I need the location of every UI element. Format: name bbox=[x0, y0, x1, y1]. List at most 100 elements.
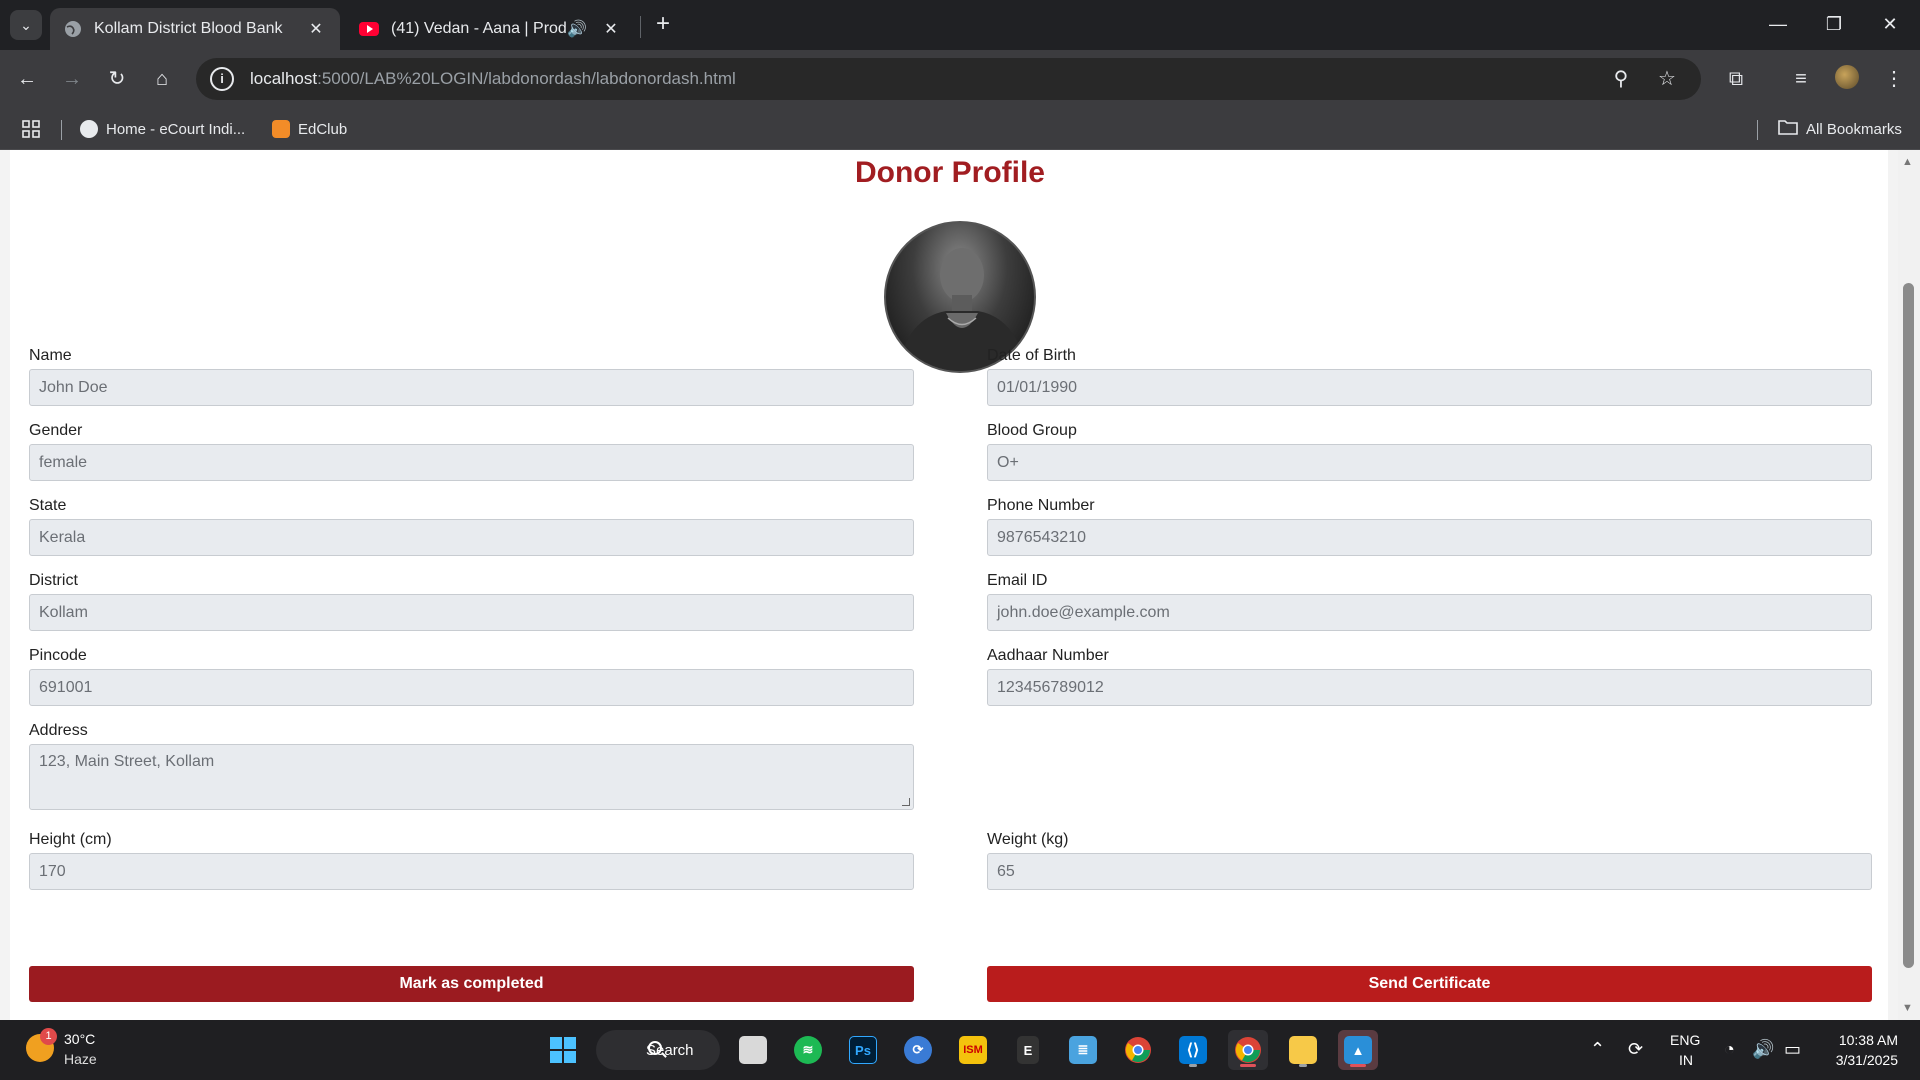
media-controls-icon[interactable]: ≡ bbox=[1785, 63, 1817, 95]
close-tab-icon[interactable]: ✕ bbox=[601, 19, 621, 39]
field-blood-group: Blood Group O+ bbox=[987, 422, 1872, 481]
minimize-button[interactable]: — bbox=[1758, 8, 1798, 40]
url-path: :5000/LAB%20LOGIN/labdonordash/labdonord… bbox=[317, 69, 736, 88]
notepad-icon[interactable]: ≣ bbox=[1063, 1030, 1103, 1070]
chrome-profile-icon[interactable] bbox=[1228, 1030, 1268, 1070]
all-bookmarks[interactable]: All Bookmarks bbox=[1778, 117, 1902, 141]
volume-icon[interactable]: 🔊 bbox=[1752, 1039, 1774, 1060]
email-label: Email ID bbox=[987, 572, 1048, 589]
aadhaar-input[interactable]: 123456789012 bbox=[987, 669, 1872, 706]
profile-avatar[interactable] bbox=[1835, 65, 1859, 89]
weight-input[interactable]: 65 bbox=[987, 853, 1872, 890]
battery-icon[interactable]: ▭ bbox=[1784, 1039, 1801, 1060]
active-indicator bbox=[1350, 1064, 1366, 1067]
back-arrow-icon[interactable]: ← bbox=[11, 63, 43, 95]
running-indicator bbox=[1299, 1064, 1307, 1067]
bookmark-edclub[interactable]: EdClub bbox=[272, 117, 347, 141]
chrome-icon[interactable] bbox=[1118, 1030, 1158, 1070]
photos-app-icon[interactable]: ▲ bbox=[1338, 1030, 1378, 1070]
district-label: District bbox=[29, 572, 78, 589]
chevron-up-icon[interactable]: ⌃ bbox=[1590, 1039, 1605, 1060]
pincode-label: Pincode bbox=[29, 647, 87, 664]
mark-completed-button[interactable]: Mark as completed bbox=[29, 966, 914, 1002]
site-info-icon[interactable]: i bbox=[210, 67, 234, 91]
send-certificate-button[interactable]: Send Certificate bbox=[987, 966, 1872, 1002]
clock-time[interactable]: 10:38 AM bbox=[1826, 1032, 1898, 1048]
address-textarea[interactable]: 123, Main Street, Kollam bbox=[29, 744, 914, 810]
clock-date[interactable]: 3/31/2025 bbox=[1826, 1052, 1898, 1068]
photoshop-icon[interactable]: Ps bbox=[843, 1030, 883, 1070]
state-input[interactable]: Kerala bbox=[29, 519, 914, 556]
spotify-icon[interactable]: ≋ bbox=[788, 1030, 828, 1070]
running-indicator bbox=[1189, 1064, 1197, 1067]
vscode-icon[interactable]: ⟨⟩ bbox=[1173, 1030, 1213, 1070]
globe-icon bbox=[64, 20, 82, 38]
field-district: District Kollam bbox=[29, 572, 914, 631]
tab-youtube-vedan[interactable]: (41) Vedan - Aana | Prod. @ 🔊 ✕ bbox=[345, 8, 635, 50]
bookmark-label: EdClub bbox=[298, 120, 348, 138]
field-state: State Kerala bbox=[29, 497, 914, 556]
tab-kollam-blood-bank[interactable]: Kollam District Blood Bank ✕ bbox=[50, 8, 340, 50]
zoom-icon[interactable]: ⚲ bbox=[1608, 66, 1634, 92]
restore-button[interactable]: ❐ bbox=[1814, 8, 1854, 40]
sync-app-icon[interactable]: ⟳ bbox=[898, 1030, 938, 1070]
bookmarks-bar: Home - eCourt Indi... EdClub All Bookmar… bbox=[0, 108, 1920, 150]
resize-grip-icon[interactable] bbox=[902, 798, 910, 806]
field-dob: Date of Birth 01/01/1990 bbox=[987, 347, 1872, 406]
forward-arrow-icon[interactable]: → bbox=[56, 63, 88, 95]
dob-input[interactable]: 01/01/1990 bbox=[987, 369, 1872, 406]
tab-search-button[interactable]: ⌄ bbox=[10, 10, 42, 40]
address-bar[interactable]: i localhost:5000/LAB%20LOGIN/labdonordas… bbox=[196, 58, 1701, 100]
field-aadhaar: Aadhaar Number 123456789012 bbox=[987, 647, 1872, 706]
address-value: 123, Main Street, Kollam bbox=[39, 753, 215, 770]
email-input[interactable]: john.doe@example.com bbox=[987, 594, 1872, 631]
close-window-button[interactable]: ✕ bbox=[1870, 8, 1910, 40]
task-view-icon[interactable] bbox=[733, 1030, 773, 1070]
start-button[interactable] bbox=[543, 1030, 583, 1070]
gender-input[interactable]: female bbox=[29, 444, 914, 481]
blood-group-input[interactable]: O+ bbox=[987, 444, 1872, 481]
height-input[interactable]: 170 bbox=[29, 853, 914, 890]
epic-app-icon[interactable]: E bbox=[1008, 1030, 1048, 1070]
extensions-icon[interactable]: ⧉ bbox=[1720, 63, 1752, 95]
scroll-thumb[interactable] bbox=[1903, 283, 1914, 968]
phone-input[interactable]: 9876543210 bbox=[987, 519, 1872, 556]
ism-app-icon[interactable]: ISM bbox=[953, 1030, 993, 1070]
field-phone: Phone Number 9876543210 bbox=[987, 497, 1872, 556]
field-pincode: Pincode 691001 bbox=[29, 647, 914, 706]
chrome-menu-icon[interactable]: ⋮ bbox=[1878, 63, 1910, 95]
name-input[interactable]: John Doe bbox=[29, 369, 914, 406]
pincode-input[interactable]: 691001 bbox=[29, 669, 914, 706]
edclub-icon bbox=[272, 120, 290, 138]
close-tab-icon[interactable]: ✕ bbox=[306, 19, 326, 39]
bookmark-divider bbox=[1757, 120, 1758, 140]
apps-grid-icon[interactable] bbox=[22, 117, 40, 141]
taskbar-search[interactable]: Search bbox=[596, 1030, 720, 1070]
new-tab-button[interactable]: + bbox=[650, 12, 676, 38]
name-label: Name bbox=[29, 347, 72, 364]
search-icon bbox=[648, 1041, 662, 1055]
district-input[interactable]: Kollam bbox=[29, 594, 914, 631]
scroll-down-arrow-icon[interactable]: ▼ bbox=[1902, 1002, 1913, 1014]
state-label: State bbox=[29, 497, 67, 514]
speaker-icon[interactable]: 🔊 bbox=[567, 19, 587, 39]
scroll-up-arrow-icon[interactable]: ▲ bbox=[1902, 156, 1913, 168]
file-explorer-icon[interactable] bbox=[1283, 1030, 1323, 1070]
bookmark-star-icon[interactable]: ☆ bbox=[1654, 66, 1680, 92]
language-region[interactable]: IN bbox=[1679, 1052, 1693, 1068]
weather-description[interactable]: Haze bbox=[64, 1051, 97, 1067]
home-icon[interactable]: ⌂ bbox=[146, 63, 178, 95]
field-weight: Weight (kg) 65 bbox=[987, 831, 1872, 890]
aadhaar-label: Aadhaar Number bbox=[987, 647, 1109, 664]
donor-profile-card: Donor Profile Name John Doe Gender femal… bbox=[10, 150, 1888, 1020]
sync-status-icon[interactable]: ⟳ bbox=[1628, 1039, 1643, 1060]
language-code[interactable]: ENG bbox=[1670, 1032, 1700, 1048]
bookmark-ecourt[interactable]: Home - eCourt Indi... bbox=[80, 117, 245, 141]
reload-icon[interactable]: ↻ bbox=[101, 63, 133, 95]
page-title: Donor Profile bbox=[854, 156, 1045, 189]
field-gender: Gender female bbox=[29, 422, 914, 481]
windows-taskbar: 1 30°C Haze Search ≋ Ps ⟳ ISM E ≣ ⟨⟩ ▲ ⌃… bbox=[0, 1020, 1920, 1080]
weather-temperature[interactable]: 30°C bbox=[64, 1031, 95, 1047]
vertical-scrollbar[interactable]: ▲ ▼ bbox=[1898, 150, 1920, 1020]
wifi-icon[interactable]: ◔ bbox=[1724, 1039, 1735, 1060]
